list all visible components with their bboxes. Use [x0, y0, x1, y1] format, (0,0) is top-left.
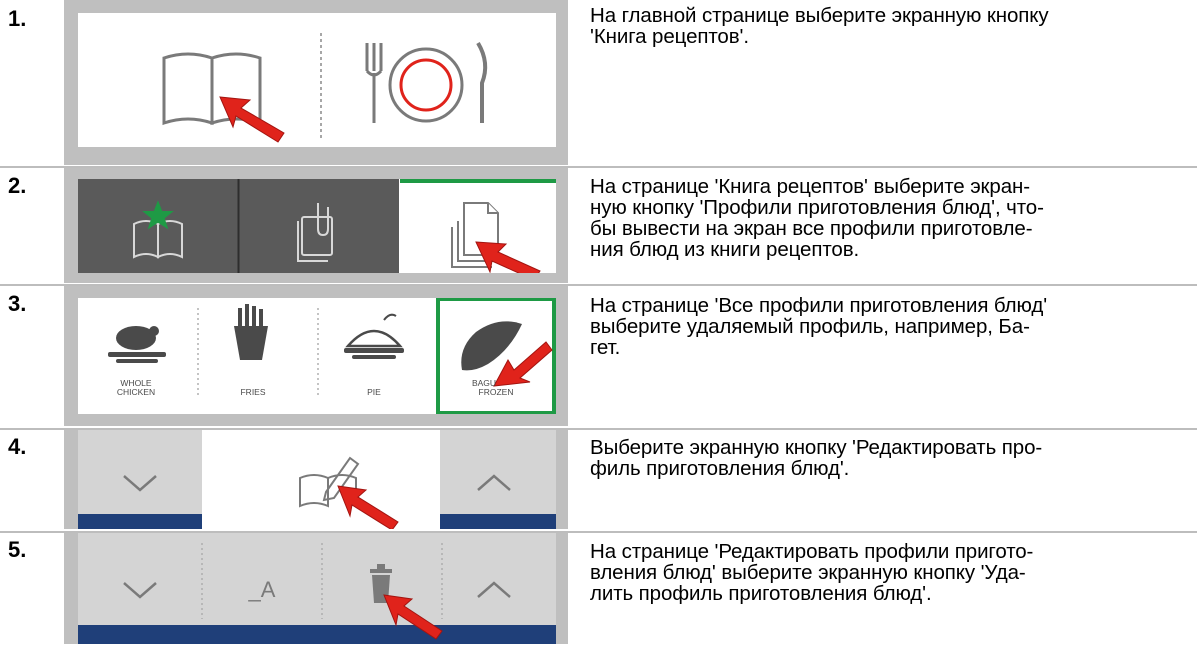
pie-icon[interactable]	[344, 313, 404, 359]
step-number: 3.	[8, 291, 27, 316]
chevron-up-icon[interactable]	[477, 581, 511, 598]
rename-button[interactable]: _A	[248, 577, 276, 602]
profile-label-whole-chicken-2: CHICKEN	[117, 387, 155, 397]
step-3-screenshot: WHOLE CHICKEN FRIES PIE BAGU FROZEN	[64, 286, 568, 426]
home-screen-panel	[78, 13, 556, 147]
step-2-description: На странице 'Книга рецептов' выберите эк…	[590, 176, 1190, 260]
desc-line: выберите удаляемый профиль, например, Ба…	[590, 315, 1030, 338]
plate-fork-knife-icon[interactable]	[365, 41, 488, 123]
desc-line: На странице 'Редактировать профили приго…	[590, 540, 1034, 563]
pointer-arrow-icon	[219, 96, 285, 143]
step-4-screenshot	[64, 430, 568, 529]
desc-line: 'Книга рецептов'.	[590, 25, 749, 48]
chicken-icon[interactable]	[108, 326, 166, 363]
desc-line: вления блюд' выберите экранную кнопку 'У…	[590, 561, 1026, 584]
step-number: 4.	[8, 434, 27, 459]
step-1-screenshot	[64, 0, 568, 165]
chevron-up-icon[interactable]	[477, 474, 511, 491]
recipe-book-tabs	[78, 179, 556, 273]
desc-line: ния блюд из книги рецептов.	[590, 238, 860, 261]
step-number: 1.	[8, 6, 27, 31]
edit-profiles-bar: _A	[78, 533, 556, 644]
desc-line: На главной странице выберите экранную кн…	[590, 4, 1049, 27]
desc-line: Выберите экранную кнопку 'Редактировать …	[590, 436, 1043, 459]
step-2-screenshot	[64, 168, 568, 283]
desc-line: гет.	[590, 336, 621, 359]
profile-label-baguette-2: FROZEN	[479, 387, 514, 397]
chevron-down-icon[interactable]	[123, 582, 157, 599]
step-5-description: На странице 'Редактировать профили приго…	[590, 541, 1190, 604]
desc-line: ную кнопку 'Профили приготовления блюд',…	[590, 196, 1044, 219]
step-5-screenshot: _A	[64, 533, 568, 644]
fries-icon[interactable]	[234, 304, 268, 360]
desc-line: На странице 'Книга рецептов' выберите эк…	[590, 175, 1030, 198]
desc-line: филь приготовления блюд'.	[590, 457, 850, 480]
step-1-description: На главной странице выберите экранную кн…	[590, 5, 1190, 47]
step-number: 5.	[8, 537, 27, 562]
step-3-description: На странице 'Все профили приготовления б…	[590, 295, 1190, 358]
profile-label-pie: PIE	[367, 387, 381, 397]
desc-line: лить профиль приготовления блюд'.	[590, 582, 932, 605]
step-4-description: Выберите экранную кнопку 'Редактировать …	[590, 437, 1190, 479]
chevron-down-icon[interactable]	[123, 475, 157, 492]
pointer-arrow-icon	[475, 241, 541, 273]
cooking-profiles-list: WHOLE CHICKEN FRIES PIE BAGU FROZEN	[78, 298, 556, 414]
desc-line: На странице 'Все профили приготовления б…	[590, 294, 1048, 317]
step-number: 2.	[8, 173, 27, 198]
desc-line: бы вывести на экран все профили приготов…	[590, 217, 1033, 240]
edit-profile-bar	[78, 430, 556, 529]
profile-label-fries: FRIES	[240, 387, 265, 397]
